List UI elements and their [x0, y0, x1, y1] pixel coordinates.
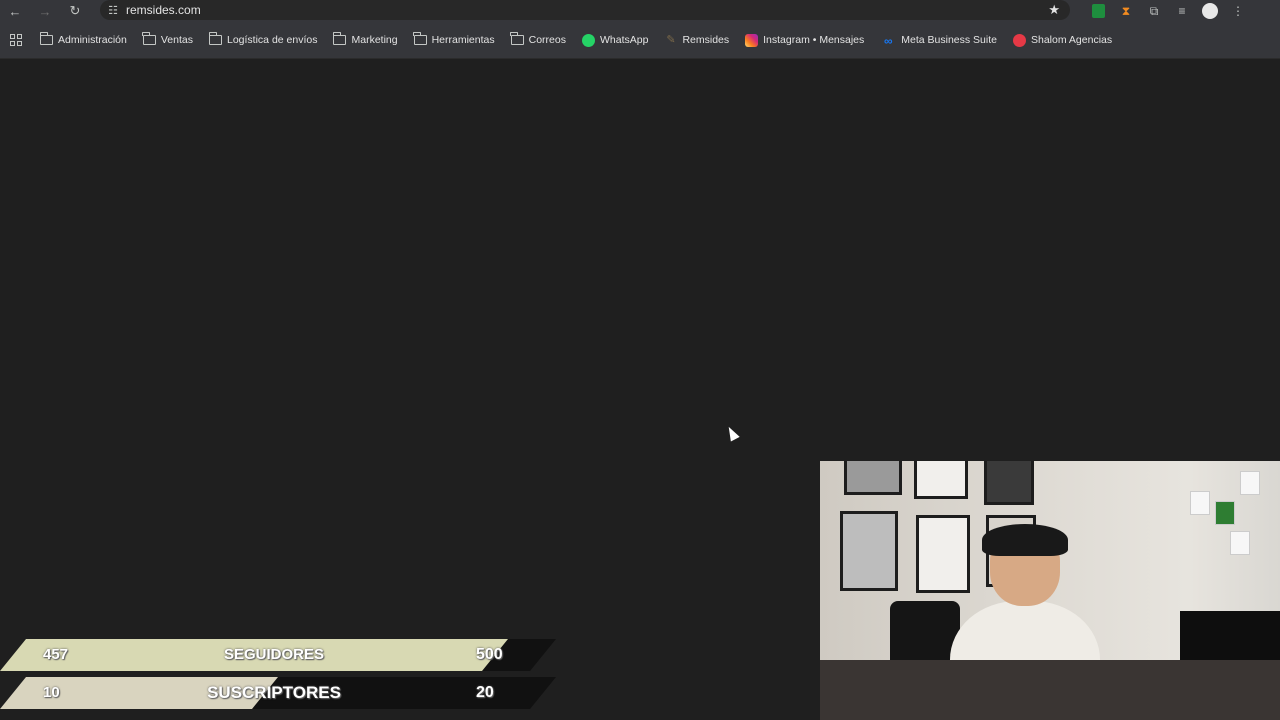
bookmark-ventas[interactable]: Ventas: [135, 26, 201, 54]
bookmark-correos[interactable]: Correos: [503, 26, 574, 54]
site-info-icon[interactable]: ☷: [100, 4, 126, 17]
wall-paper: [1230, 531, 1250, 555]
bookmark-administracion[interactable]: Administración: [32, 26, 135, 54]
arrow-left-icon: ←: [8, 3, 22, 19]
followers-goal-bar: 457 SEGUIDORES 500: [0, 639, 556, 671]
arrow-right-icon: →: [38, 3, 52, 19]
puzzle-extensions-icon[interactable]: ⧉: [1144, 1, 1164, 21]
wall-paper: [1215, 501, 1235, 525]
url-text[interactable]: remsides.com: [126, 3, 201, 17]
bookmark-remsides[interactable]: ✎ Remsides: [656, 26, 737, 54]
wall-paper: [1240, 471, 1260, 495]
bookmark-label: Marketing: [351, 34, 398, 46]
webcam-overlay: [820, 461, 1280, 720]
wall-frame: [984, 461, 1034, 505]
bookmark-label: Remsides: [682, 34, 730, 46]
instagram-icon: [745, 33, 759, 47]
bookmark-logistica[interactable]: Logística de envíos: [201, 26, 325, 54]
hourglass-extension-icon[interactable]: ⧗: [1116, 1, 1136, 21]
bookmark-herramientas[interactable]: Herramientas: [406, 26, 503, 54]
wall-frame: [914, 461, 968, 499]
address-bar[interactable]: ☷ remsides.com ★: [100, 0, 1070, 20]
sheets-extension-icon[interactable]: [1088, 1, 1108, 21]
subscribers-goal: 20: [476, 684, 494, 701]
folder-icon: [333, 32, 347, 45]
desk: [820, 660, 1280, 720]
bookmark-label: Administración: [58, 34, 127, 46]
reload-icon: ↻: [69, 3, 81, 18]
meta-icon: ∞: [883, 33, 893, 48]
subscribers-label: SUSCRIPTORES: [207, 683, 341, 702]
forward-button[interactable]: →: [30, 0, 60, 22]
folder-icon: [510, 32, 524, 45]
reload-button[interactable]: ↻: [60, 0, 90, 22]
media-control-icon[interactable]: ≡: [1172, 1, 1192, 21]
wall-frame: [844, 461, 902, 495]
bookmark-label: Instagram • Mensajes: [763, 34, 865, 46]
remsides-icon: ✎: [666, 33, 676, 46]
followers-goal: 500: [476, 646, 503, 663]
wall-frame: [840, 511, 898, 591]
followers-label: SEGUIDORES: [223, 646, 325, 663]
bookmark-meta-business[interactable]: ∞ Meta Business Suite: [872, 26, 1005, 54]
bookmark-label: Ventas: [160, 34, 193, 46]
bookmark-label: Logística de envíos: [227, 34, 318, 46]
bookmark-label: Herramientas: [431, 34, 495, 46]
whatsapp-icon: [581, 33, 595, 47]
bookmark-label: Shalom Agencias: [1030, 34, 1113, 46]
bookmark-marketing[interactable]: Marketing: [325, 26, 405, 54]
shalom-icon: [1012, 33, 1026, 47]
apps-button[interactable]: [0, 34, 32, 46]
folder-icon: [208, 32, 222, 45]
bookmark-shalom[interactable]: Shalom Agencias: [1005, 26, 1120, 54]
folder-icon: [142, 32, 156, 45]
bookmark-label: Meta Business Suite: [901, 34, 997, 46]
bookmark-label: Correos: [528, 34, 566, 46]
apps-grid-icon: [10, 34, 22, 46]
profile-avatar-icon[interactable]: [1200, 1, 1220, 21]
menu-kebab-icon[interactable]: ⋮: [1228, 1, 1248, 21]
back-button[interactable]: ←: [0, 0, 30, 22]
browser-toolbar: ← → ↻ ☷ remsides.com ★ ⧗ ⧉ ≡ ⋮: [0, 0, 1280, 22]
wall-paper: [1190, 491, 1210, 515]
extensions-area: ⧗ ⧉ ≡ ⋮: [1088, 0, 1248, 22]
subscribers-goal-bar: 10 SUSCRIPTORES 20: [0, 677, 556, 709]
folder-icon: [39, 32, 53, 45]
bookmark-star-icon[interactable]: ★: [1048, 2, 1060, 18]
person-cap: [982, 524, 1068, 556]
bookmark-whatsapp[interactable]: WhatsApp: [574, 26, 656, 54]
bookmark-instagram[interactable]: Instagram • Mensajes: [737, 26, 872, 54]
wall-frame: [916, 515, 970, 593]
bookmark-label: WhatsApp: [599, 34, 649, 46]
folder-icon: [413, 32, 427, 45]
bookmarks-bar: Administración Ventas Logística de envío…: [0, 22, 1280, 59]
